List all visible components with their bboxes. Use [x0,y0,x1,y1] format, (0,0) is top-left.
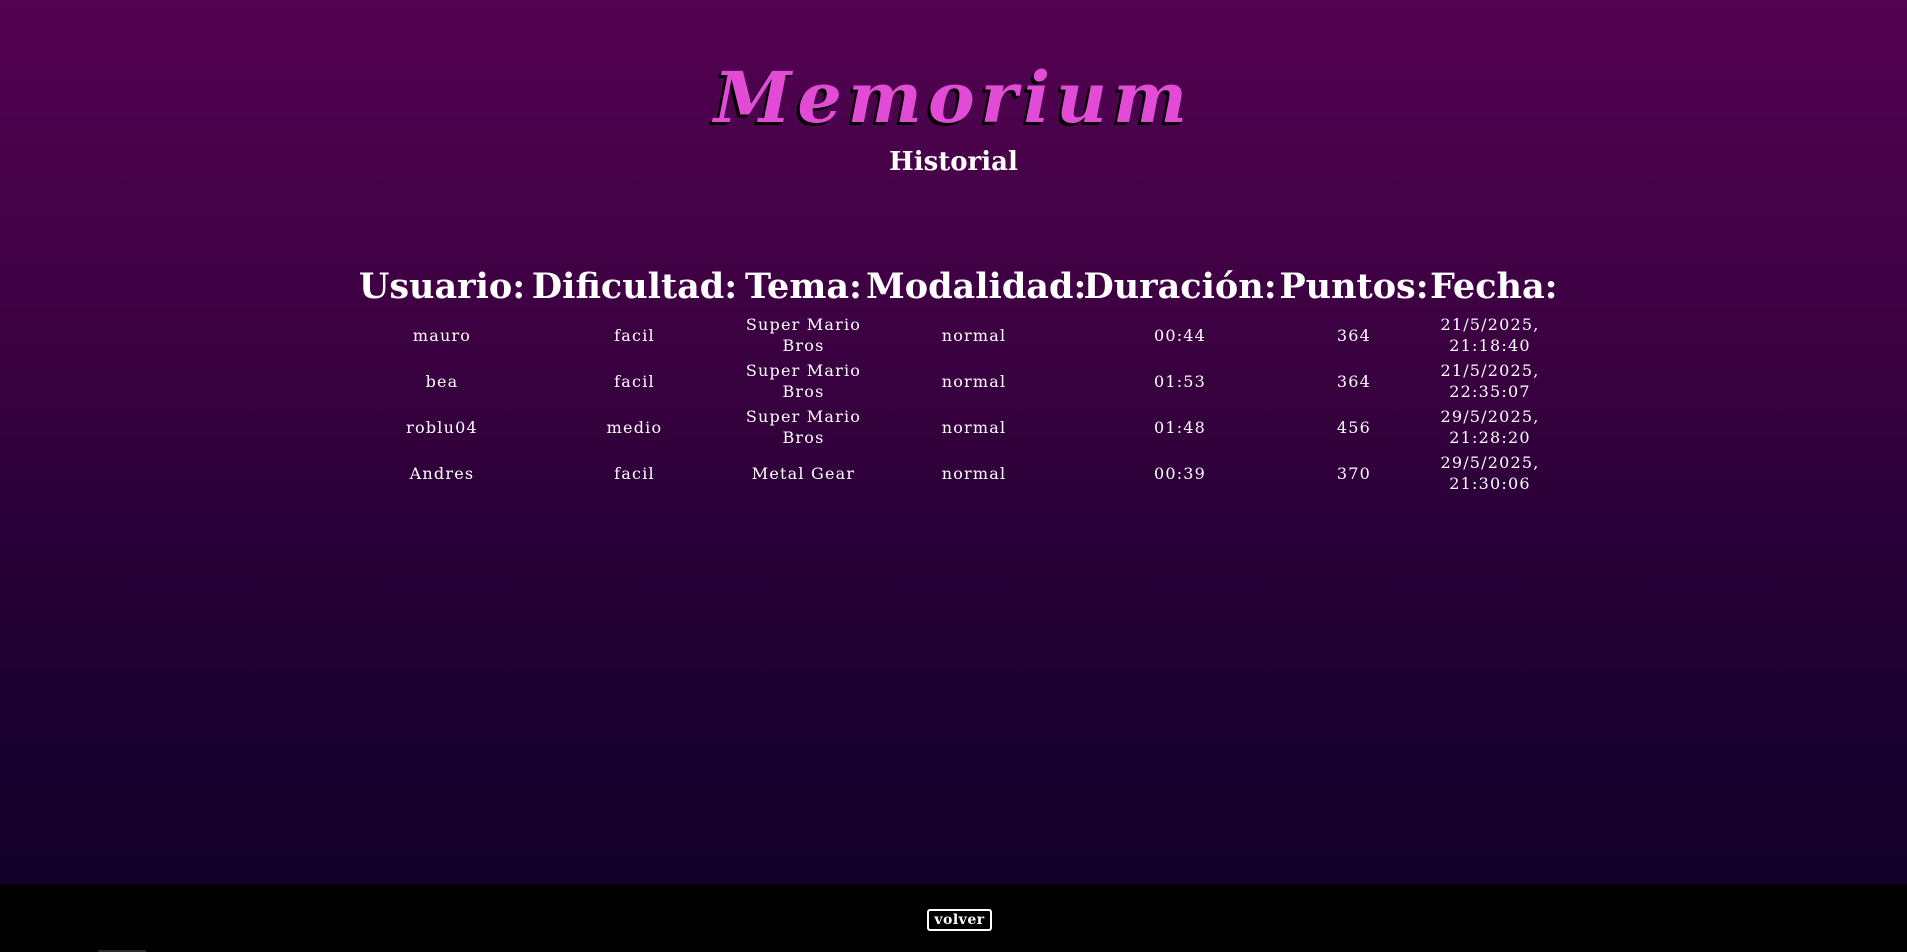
column-header-puntos: Puntos: [1279,266,1429,307]
column-header-usuario: Usuario: [358,266,526,307]
cell-duracion: 01:53 [1153,371,1207,391]
cell-modalidad: normal [941,325,1007,345]
cell-usuario: roblu04 [406,417,478,437]
cell-duracion: 00:39 [1153,463,1207,483]
cell-dificultad: medio [606,417,663,437]
cell-dificultad: facil [614,371,655,391]
app-logo: Memorium [713,56,1194,139]
cell-tema: Super Mario Bros [745,361,862,401]
cell-fecha: 29/5/2025, 21:30:06 [1440,453,1540,493]
cell-usuario: Andres [409,463,475,483]
cell-tema: Metal Gear [751,463,856,483]
history-table: Usuario: Dificultad: Tema: Modalidad: Du… [356,262,1558,496]
column-header-dificultad: Dificultad: [531,266,738,307]
cell-dificultad: facil [614,463,655,483]
table-row: roblu04 medio Super Mario Bros normal 01… [356,404,1550,450]
cell-duracion: 01:48 [1153,417,1207,437]
cell-puntos: 370 [1336,463,1372,483]
cell-puntos: 456 [1336,417,1372,437]
cell-usuario: mauro [412,325,472,345]
cell-fecha: 21/5/2025, 21:18:40 [1440,315,1540,355]
column-header-duracion: Duración: [1083,266,1277,307]
main-area: Memorium Historial Usuario: Dificultad: … [0,0,1907,884]
table-row: mauro facil Super Mario Bros normal 00:4… [356,312,1550,358]
cell-tema: Super Mario Bros [745,407,862,447]
table-header-row: Usuario: Dificultad: Tema: Modalidad: Du… [356,262,1558,312]
cell-fecha: 29/5/2025, 21:28:20 [1440,407,1540,447]
table-row: bea facil Super Mario Bros normal 01:53 … [356,358,1550,404]
cell-puntos: 364 [1336,325,1372,345]
cell-tema: Super Mario Bros [745,315,862,355]
cell-modalidad: normal [941,371,1007,391]
cell-fecha: 21/5/2025, 22:35:07 [1440,361,1540,401]
column-header-tema: Tema: [745,266,862,307]
table-row: Andres facil Metal Gear normal 00:39 370… [356,450,1550,496]
cell-puntos: 364 [1336,371,1372,391]
cell-usuario: bea [425,371,459,391]
cell-duracion: 00:44 [1153,325,1207,345]
column-header-modalidad: Modalidad: [866,266,1087,307]
page-title: Historial [889,147,1018,177]
cell-modalidad: normal [941,463,1007,483]
cell-dificultad: facil [614,325,655,345]
column-header-fecha: Fecha: [1430,266,1558,307]
cell-modalidad: normal [941,417,1007,437]
back-button[interactable]: volver [927,909,992,931]
